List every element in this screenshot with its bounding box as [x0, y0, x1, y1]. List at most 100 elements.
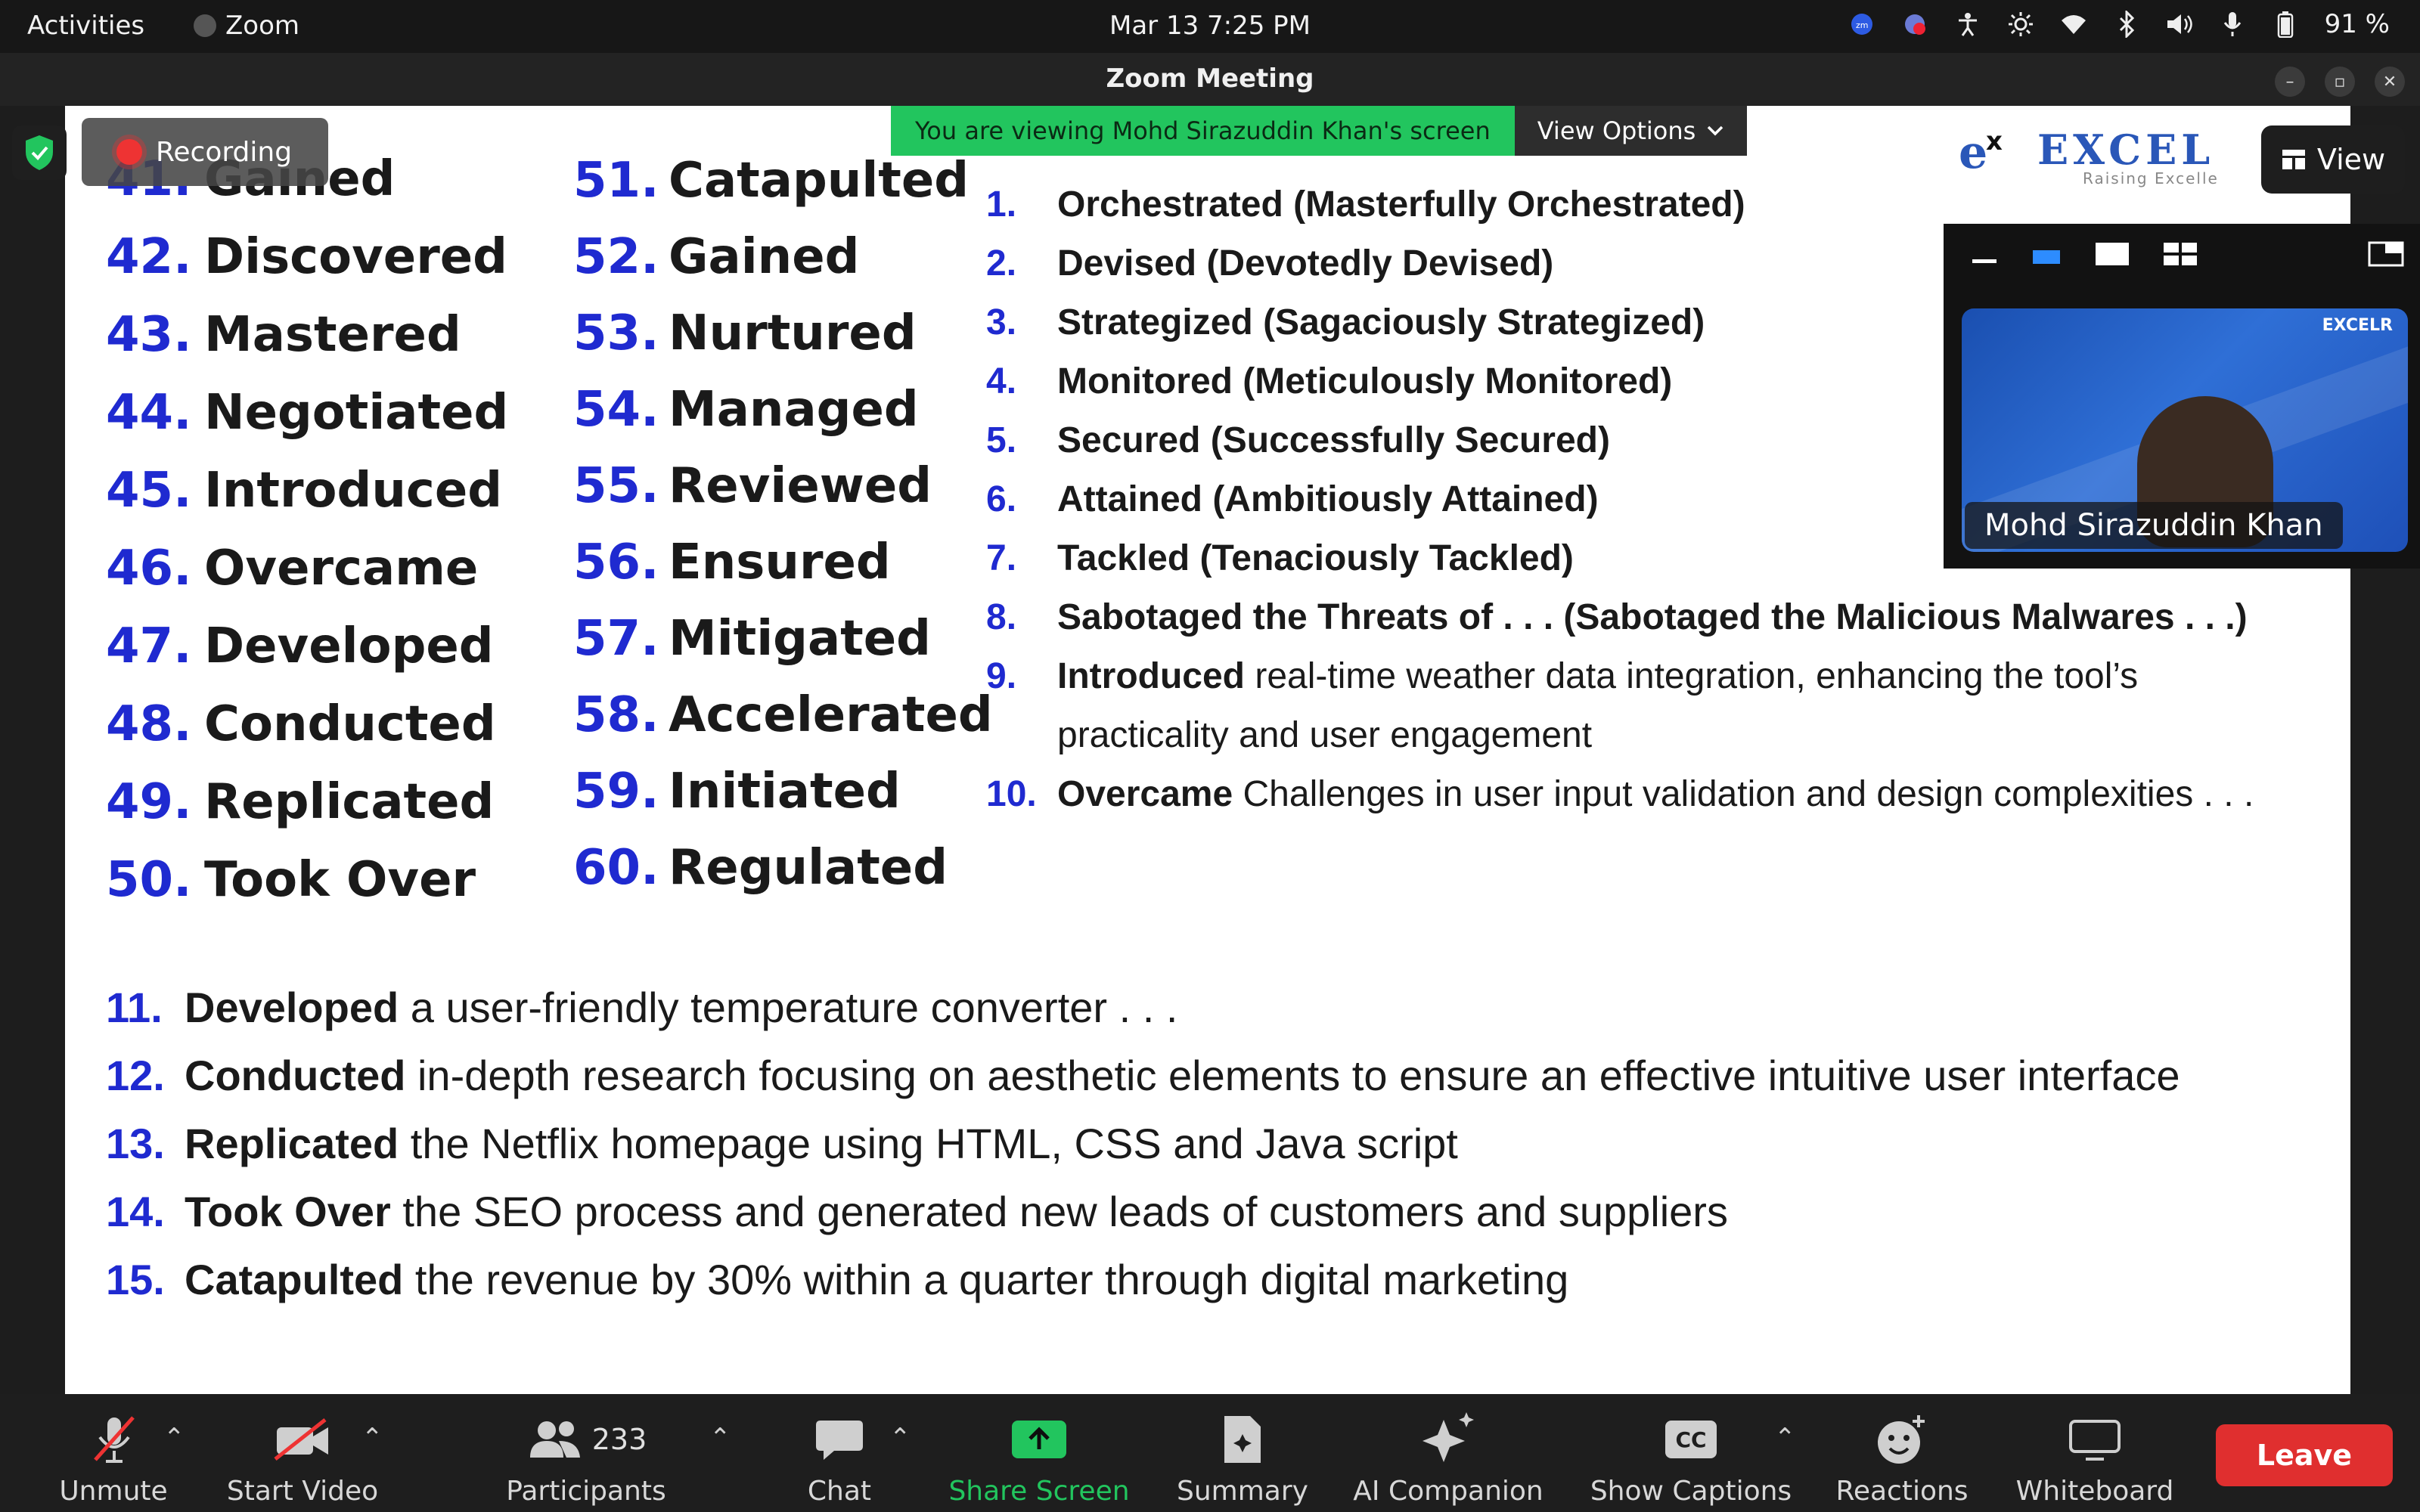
phrase-item: 13. Replicated the Netflix homepage using… — [106, 1110, 2180, 1178]
battery-icon[interactable] — [2272, 11, 2299, 38]
item-text: in-depth research focusing on aesthetic … — [405, 1052, 2180, 1099]
share-banner-message: You are viewing Mohd Sirazuddin Khan's s… — [891, 106, 1515, 156]
accessibility-icon[interactable] — [1954, 11, 1981, 38]
summary-doc-icon — [1224, 1416, 1261, 1463]
item-number: 59. — [573, 764, 659, 820]
item-number: 60. — [573, 840, 659, 896]
item-word: Regulated — [669, 840, 948, 896]
item-bold-text: Sabotaged the Threats of . . . (Sabotage… — [1057, 597, 2248, 637]
item-word: Managed — [669, 382, 919, 438]
minimize-icon[interactable]: – — [2275, 67, 2305, 97]
item-number: 48. — [106, 696, 192, 752]
item-number: 10. — [986, 774, 1037, 814]
participant-name-label: Mohd Sirazuddin Khan — [1965, 502, 2343, 549]
bluetooth-icon[interactable] — [2113, 11, 2140, 38]
leave-button[interactable]: Leave — [2216, 1424, 2393, 1486]
participants-icon — [529, 1421, 580, 1458]
summary-button[interactable]: Summary — [1169, 1409, 1316, 1507]
window-titlebar: Zoom Meeting – ▫ ✕ — [0, 53, 2420, 106]
video-panel: EXCELR Mohd Sirazuddin Khan — [1944, 224, 2420, 569]
unmute-label: Unmute — [59, 1476, 168, 1507]
view-button[interactable]: View — [2261, 125, 2405, 194]
share-screen-button[interactable]: Share Screen — [941, 1409, 1137, 1507]
summary-label: Summary — [1177, 1476, 1308, 1507]
item-word: Mitigated — [669, 611, 931, 667]
item-word: Ensured — [669, 534, 891, 590]
security-shield-icon[interactable] — [12, 125, 67, 180]
show-captions-button[interactable]: CC Show Captions — [1585, 1409, 1797, 1507]
video-options-caret-icon[interactable]: ⌃ — [361, 1423, 383, 1453]
item-number: 8. — [986, 597, 1017, 637]
gallery-view-icon[interactable] — [2161, 240, 2199, 271]
item-word: Catapulted — [669, 153, 970, 209]
item-text: the SEO process and generated new leads … — [390, 1188, 1728, 1235]
captions-options-caret-icon[interactable]: ⌃ — [1774, 1423, 1796, 1453]
single-view-icon[interactable] — [2093, 240, 2131, 271]
action-verb-item: 43. Mastered — [106, 307, 508, 385]
action-verbs-column-2: 51. Catapulted 52. Gained 53. Nurtured 54. Mana… — [573, 153, 993, 916]
system-tray[interactable]: zm 91 % — [1848, 9, 2390, 39]
item-number: 5. — [986, 420, 1017, 460]
battery-percent[interactable]: 91 % — [2325, 9, 2390, 39]
maximize-icon[interactable]: ▫ — [2325, 67, 2355, 97]
recording-indicator[interactable]: Recording — [82, 118, 328, 186]
microphone-icon[interactable] — [2219, 11, 2246, 38]
item-number: 54. — [573, 382, 659, 438]
item-bold-text: Replicated — [185, 1120, 399, 1167]
audio-options-caret-icon[interactable]: ⌃ — [163, 1423, 185, 1453]
item-number: 52. — [573, 229, 659, 285]
notification-tray-icon[interactable] — [1901, 11, 1928, 38]
whiteboard-label: Whiteboard — [2015, 1476, 2174, 1507]
zoom-tray-icon[interactable]: zm — [1848, 11, 1876, 38]
item-bold-text: Monitored (Meticulously Monitored) — [1057, 361, 1673, 401]
brightness-icon[interactable] — [2007, 11, 2034, 38]
item-number: 44. — [106, 385, 192, 441]
item-number: 47. — [106, 618, 192, 674]
participants-button[interactable]: 233 Participants — [499, 1409, 673, 1507]
participants-options-caret-icon[interactable]: ⌃ — [709, 1423, 731, 1453]
volume-icon[interactable] — [2166, 11, 2193, 38]
phrase-item: 10. Overcame Challenges in user input val… — [986, 765, 2347, 824]
recording-dot-icon — [116, 139, 142, 165]
participant-video-tile[interactable]: EXCELR Mohd Sirazuddin Khan — [1962, 308, 2408, 552]
meeting-toolbar: Unmute ⌃ Start Video ⌃ 233 Participants … — [0, 1394, 2420, 1512]
item-number: 15. — [106, 1256, 165, 1303]
active-speaker-view-icon[interactable] — [2030, 243, 2063, 268]
item-word: Overcame — [204, 541, 479, 596]
item-bold-text: Introduced — [1057, 656, 1245, 696]
ai-companion-button[interactable]: AI Companion — [1346, 1409, 1550, 1507]
grid-view-icon — [2282, 150, 2305, 169]
close-icon[interactable]: ✕ — [2375, 67, 2405, 97]
exit-fullscreen-icon[interactable] — [2367, 240, 2405, 271]
item-number: 9. — [986, 656, 1017, 696]
start-video-button[interactable]: Start Video — [219, 1409, 386, 1507]
minimize-video-icon[interactable] — [1969, 243, 2000, 268]
action-verb-item: 45. Introduced — [106, 463, 508, 541]
chat-button[interactable]: Chat — [794, 1409, 885, 1507]
item-bold-text: Took Over — [185, 1188, 391, 1235]
phrase-item: 9. Introduced real-time weather data inte… — [986, 647, 2347, 706]
item-word: Discovered — [204, 229, 507, 285]
item-word: Reviewed — [669, 458, 932, 514]
item-word: Accelerated — [669, 687, 993, 743]
chat-options-caret-icon[interactable]: ⌃ — [889, 1423, 911, 1453]
action-verb-item: 56. Ensured — [573, 534, 993, 611]
action-verb-item: 52. Gained — [573, 229, 993, 305]
chevron-down-icon — [1708, 125, 1723, 136]
item-number: 11. — [106, 984, 163, 1031]
action-verb-item: 50. Took Over — [106, 852, 508, 930]
item-text: a user-friendly temperature converter . … — [399, 984, 1178, 1031]
item-number: 49. — [106, 774, 192, 830]
reactions-button[interactable]: Reactions — [1823, 1409, 1981, 1507]
item-text: Challenges in user input validation and … — [1233, 774, 2254, 814]
whiteboard-button[interactable]: Whiteboard — [2012, 1409, 2178, 1507]
view-options-button[interactable]: View Options — [1514, 106, 1748, 156]
reactions-label: Reactions — [1835, 1476, 1969, 1507]
wifi-icon[interactable] — [2060, 11, 2087, 38]
item-number: 7. — [986, 538, 1017, 578]
participants-label: Participants — [506, 1476, 666, 1507]
item-bold-text: Conducted — [185, 1052, 406, 1099]
tile-mini-logo: EXCELR — [2322, 316, 2393, 335]
item-bold-text: Secured (Successfully Secured) — [1057, 420, 1610, 460]
unmute-button[interactable]: Unmute — [53, 1409, 174, 1507]
